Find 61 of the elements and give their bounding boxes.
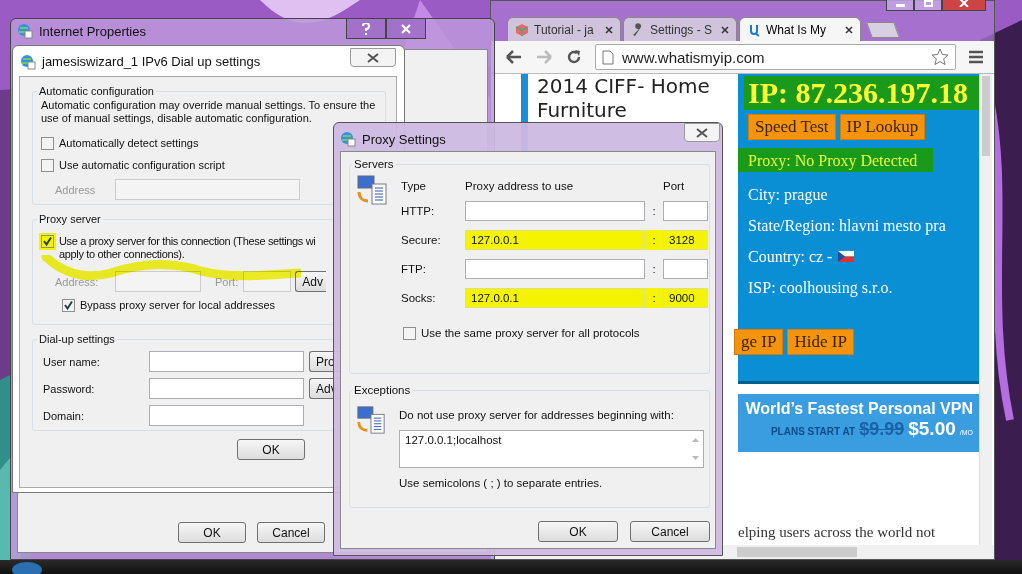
- group-heading: Servers: [353, 158, 395, 170]
- checkbox-label: Use the same proxy server for all protocols: [421, 327, 640, 339]
- description-text: Automatic configuration may override manual settings. To ensure the use of manual settings, disable automatic configuration.: [41, 99, 377, 125]
- field-label: Socks:: [401, 292, 437, 304]
- checkbox-label: Automatically detect settings: [59, 137, 199, 149]
- ip-address: IP: 87.236.197.18: [744, 76, 979, 110]
- info-line: Country: cz -: [748, 241, 979, 272]
- field-label: Address:: [54, 275, 100, 288]
- exceptions-field[interactable]: 127.0.0.1;localhost: [399, 430, 704, 468]
- field-label: FTP:: [401, 263, 427, 275]
- checkbox-label: Use a proxy server for this connection (These settings wi: [59, 235, 316, 248]
- checkbox-label: Bypass proxy server for local addresses: [80, 299, 276, 311]
- group-heading: Automatic configuration: [38, 85, 155, 97]
- field-label: Secure:: [401, 234, 442, 246]
- column-header: Proxy address to use: [465, 179, 575, 192]
- site-button[interactable]: IP Lookup: [839, 114, 926, 140]
- description-text: Do not use proxy server for addresses beginning with:: [399, 409, 675, 421]
- site-button[interactable]: Hide IP: [787, 329, 854, 355]
- field-label: Password:: [42, 382, 96, 395]
- body-text: elping users across the world not: [738, 524, 937, 541]
- window-title: jamesiswizard_1 IPv6 Dial up settings: [42, 54, 261, 69]
- ok-button[interactable]: OK: [237, 439, 305, 460]
- window-title: Internet Properties: [39, 23, 146, 39]
- group-heading: Exceptions: [353, 384, 412, 396]
- checkbox-label: Use automatic configuration script: [59, 159, 225, 171]
- separator-text: :: [651, 204, 657, 219]
- ad-headline: World’s Fastest Personal VPN: [744, 400, 973, 418]
- field-label: Address: [54, 183, 97, 196]
- address-field[interactable]: 127.0.0.1: [465, 230, 645, 250]
- info-line: State/Region: hlavni mesto pra: [748, 216, 947, 237]
- separator-text: :: [645, 288, 663, 308]
- site-button[interactable]: Speed Test: [748, 114, 836, 140]
- browser-tab[interactable]: Settings - S: [623, 17, 737, 41]
- group-heading: Dial-up settings: [38, 333, 116, 345]
- cancel-button[interactable]: Cancel: [630, 521, 710, 542]
- address-field[interactable]: 127.0.0.1: [465, 288, 645, 308]
- info-line: City: prague: [748, 185, 829, 206]
- old-price: $9.99: [859, 419, 905, 440]
- hint-text: Use semicolons ( ; ) to separate entries.: [399, 477, 604, 489]
- browser-tab[interactable]: Tutorial - ja: [507, 17, 621, 41]
- browser-tab[interactable]: What Is My: [739, 17, 861, 41]
- address-bar[interactable]: www.whatismyip.com: [595, 44, 956, 70]
- ok-button[interactable]: OK: [538, 521, 618, 542]
- port-field[interactable]: 3128: [663, 230, 708, 250]
- group-heading: Proxy server: [38, 213, 102, 225]
- port-field[interactable]: 9000: [663, 288, 708, 308]
- checkbox-label: apply to other connections).: [59, 248, 186, 261]
- new-price: $5.00: [908, 418, 956, 440]
- separator-text: :: [645, 230, 663, 250]
- window-title: Proxy Settings: [362, 131, 446, 147]
- column-header: Port: [663, 179, 686, 192]
- field-label: Domain:: [42, 409, 85, 422]
- cancel-button[interactable]: Cancel: [257, 522, 325, 543]
- column-header: Type: [401, 179, 427, 192]
- site-button[interactable]: ge IP: [734, 329, 784, 355]
- field-label: User name:: [42, 355, 101, 368]
- ad-text: PLANS START AT: [770, 426, 856, 437]
- field-label: HTTP:: [401, 205, 436, 217]
- info-line: ISP: coolhousing s.r.o.: [748, 278, 894, 299]
- separator-text: :: [651, 262, 657, 277]
- ok-button[interactable]: OK: [178, 522, 246, 543]
